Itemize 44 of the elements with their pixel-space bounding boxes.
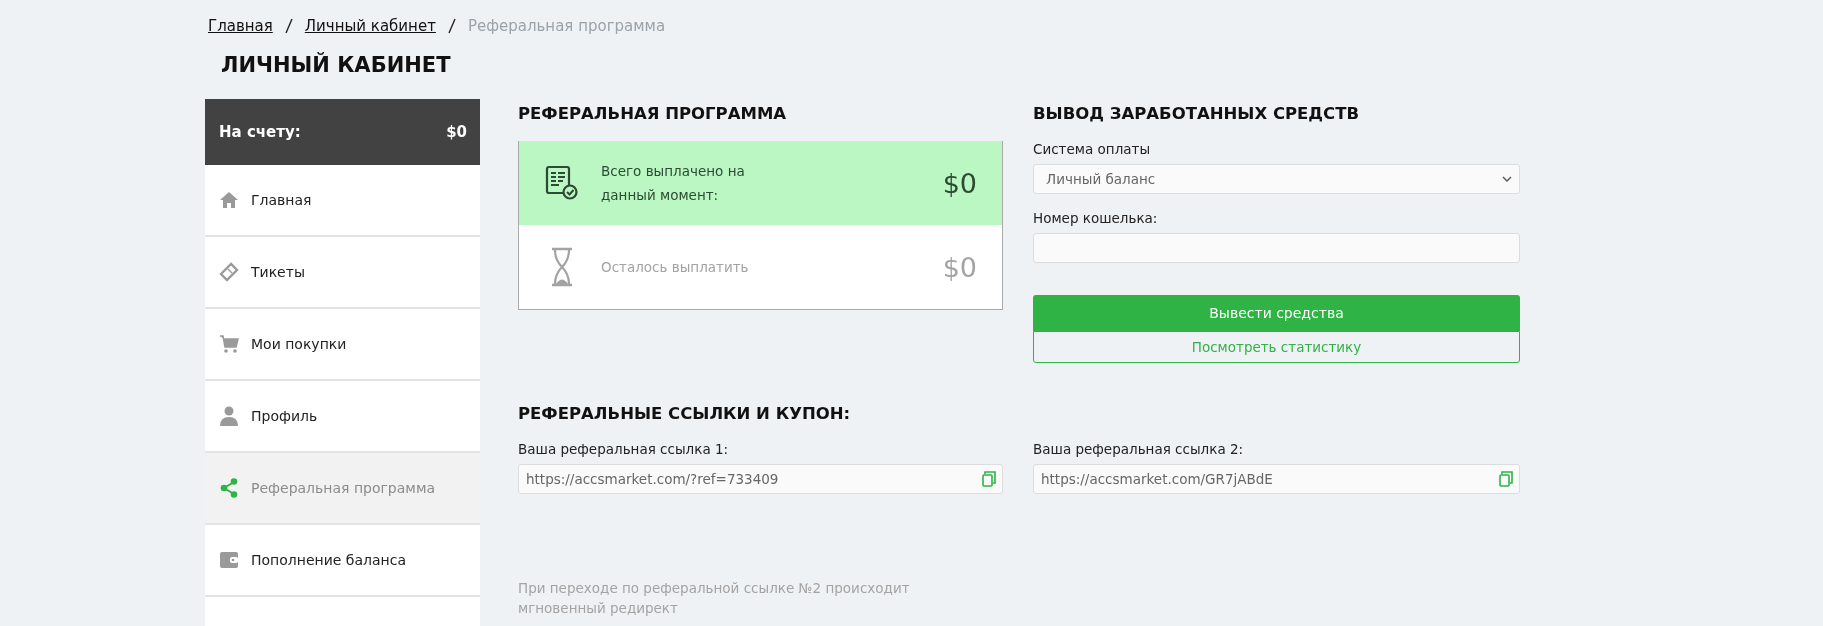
slash-icon [284,17,293,34]
stat-amount: $0 [942,251,977,283]
wallet-input[interactable] [1033,233,1520,263]
user-icon [219,406,239,426]
sidebar-item[interactable]: Тикеты [205,237,480,309]
copy-icon[interactable] [982,471,996,487]
link-field[interactable]: https://accsmarket.com/?ref=733409 [518,464,1003,494]
field-label: Система оплаты [1033,141,1152,159]
sidebar-label: Реферальная программа [251,480,436,496]
sidebar-item[interactable]: Профиль [205,381,480,453]
field-label: Номер кошелька: [1033,210,1159,228]
ticket-icon [219,262,239,282]
sidebar-label: Пополнение баланса [251,552,406,568]
link-field[interactable]: https://accsmarket.com/GR7jABdE [1033,464,1520,494]
sidebar-label: Мои покупки [251,336,347,352]
section-title: ВЫВОД ЗАРАБОТАННЫХ СРЕДСТВ [1033,103,1360,125]
sidebar-label: Профиль [251,408,318,424]
chevron-down-icon [1502,176,1512,182]
copy-icon[interactable] [1499,471,1513,487]
share-icon [219,478,239,498]
sidebar-label: Тикеты [251,264,305,280]
section-title: РЕФЕРАЛЬНЫЕ ССЫЛКИ И КУПОН: [518,403,852,425]
stat-amount: $0 [942,167,977,199]
sidebar-label: Главная [251,192,312,208]
breadcrumb-current: Реферальная программа [467,16,666,35]
home-icon [219,191,239,209]
stat-label: Осталось выплатить [601,258,750,277]
wallet-icon [219,551,239,569]
cart-icon [219,334,239,354]
note-text: При переходе по реферальной ссылке №2 происходит мгновенный редирект [518,579,911,618]
section-title: РЕФЕРАЛЬНАЯ ПРОГРАММА [518,103,788,125]
breadcrumb-link[interactable]: Личный кабинет [304,16,436,35]
sidebar-item[interactable]: Мои покупки [205,309,480,381]
sidebar-item[interactable]: Главная [205,165,480,237]
stat-label: Всего выплачено на данный момент: [601,162,746,205]
breadcrumb-link[interactable]: Главная [208,16,273,35]
balance-label: На счету: [219,123,301,141]
field-label: Ваша реферальная ссылка 1: [518,441,730,459]
slash-icon [447,17,456,34]
sidebar-item[interactable]: Пополнение баланса [205,525,480,597]
page-title: ЛИЧНЫЙ КАБИНЕТ [221,51,452,79]
balance-amount: $0 [446,123,467,141]
field-label: Ваша реферальная ссылка 2: [1033,441,1245,459]
payment-select[interactable]: Личный баланс [1033,164,1520,194]
